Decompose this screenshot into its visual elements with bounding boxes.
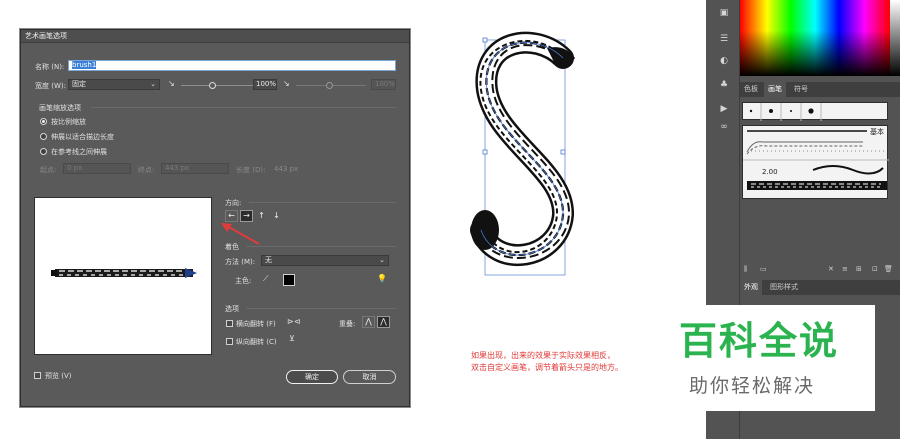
color-panel-icon[interactable]: ▣ [719, 8, 729, 18]
tab-appearance[interactable]: 外观 [740, 280, 762, 295]
end-label: 终点: [138, 166, 155, 174]
divider [246, 308, 396, 309]
method-label: 方法 (M): [225, 258, 256, 266]
brush-library-list[interactable] [742, 125, 889, 199]
color-spectrum[interactable] [740, 0, 890, 76]
tab-symbols[interactable]: 符号 [790, 82, 812, 97]
brush-library-icon[interactable]: ▭ [760, 265, 767, 273]
brush-dots [749, 103, 822, 121]
flip-vertical-label: 纵向翻转 (C) [236, 338, 277, 346]
chevron-down-icon: ⌄ [379, 256, 385, 264]
radio-stretch-between-guides[interactable] [40, 148, 47, 155]
trash-icon[interactable]: 🗑 [884, 265, 893, 273]
scale-option-label: 伸展以适合描边长度 [51, 133, 114, 141]
radio-stretch-to-fit[interactable] [40, 133, 47, 140]
brush-preview [34, 197, 212, 355]
ok-button[interactable]: 确定 [286, 370, 338, 384]
flip-vertical-icon: ⊻ [289, 334, 295, 343]
colorize-label: 着色 [225, 243, 239, 251]
preview-label: 预览 (V) [45, 372, 72, 380]
s-letter-artwork [470, 31, 575, 276]
width-slider-thumb[interactable] [209, 82, 216, 89]
width-select-value: 固定 [72, 80, 86, 88]
key-color-label: 主色: [235, 277, 252, 285]
watermark-main: 百科全说 [679, 319, 840, 363]
flip-horizontal-checkbox[interactable] [226, 320, 233, 327]
instruction-line-2: 双击自定义画笔，调节着箭头只是的地方。 [471, 363, 623, 372]
eyedropper-icon[interactable]: ⟋ [263, 275, 269, 283]
instruction-line-1: 如果出现，出来的效果于实际效果相反， [471, 351, 615, 360]
brush-strokes [743, 130, 889, 190]
flip-horizontal-icon: ⊳⊲ [287, 317, 301, 326]
width-slider-thumb-2 [326, 82, 333, 89]
preview-checkbox[interactable] [34, 372, 41, 379]
name-value: brush1 [72, 61, 97, 69]
brushes-panel-footer: ⫼ ▭ ✕ ≡ ⊞ ⊡ 🗑 [740, 265, 900, 277]
links-panel-icon[interactable]: ∞ [719, 122, 729, 132]
start-input: 0 px [63, 163, 131, 174]
name-label: 名称 (N): [35, 63, 65, 71]
width-label: 宽度 (W): [35, 82, 66, 90]
appearance-tab-row: 外观 图形样式 [740, 280, 900, 295]
remove-stroke-icon[interactable]: ✕ [828, 265, 834, 273]
site-watermark: 百科全说 助你轻松解决 [665, 305, 875, 411]
width-percent-dim: 100% [371, 79, 396, 90]
swatches-panel-icon[interactable]: ◐ [719, 56, 729, 66]
direction-down-button[interactable]: ↓ [270, 210, 283, 222]
overlap-adjust-button[interactable]: ⋀ [362, 316, 375, 328]
layers-panel-icon[interactable]: ☰ [719, 34, 729, 44]
brush-library-menu-icon[interactable]: ⫼ [744, 265, 747, 274]
brush-basic-label: 基本 [870, 128, 884, 136]
brushes-tab-row: 色板 画笔 符号 [740, 82, 900, 97]
width-select[interactable]: 固定 ⌄ [68, 79, 160, 90]
key-color-swatch[interactable] [283, 274, 295, 286]
watermark-sub: 助你轻松解决 [689, 375, 816, 397]
brush-stroke-value: 2.00 [762, 168, 778, 176]
overlap-label: 重叠: [339, 320, 356, 328]
method-select[interactable]: 无 ⌄ [261, 255, 389, 266]
flip-vertical-checkbox[interactable] [226, 338, 233, 345]
new-brush-icon-2[interactable]: ⊡ [872, 265, 878, 273]
dialog-title: 艺术画笔选项 [21, 30, 409, 43]
radio-scale-proportionally[interactable] [40, 118, 47, 125]
length-value: 443 px [274, 165, 299, 173]
actions-panel-icon[interactable]: ▶ [719, 104, 729, 114]
start-label: 起点: [40, 166, 57, 174]
width-variation-icon: ↘ [168, 79, 175, 88]
tips-lightbulb-icon[interactable]: 💡 [377, 275, 387, 283]
options-icon[interactable]: ≡ [842, 265, 848, 273]
overlap-no-adjust-button[interactable]: ⋀ [377, 316, 390, 328]
tab-swatches[interactable]: 色板 [740, 82, 762, 97]
divider [91, 107, 396, 108]
name-input[interactable]: brush1 [68, 60, 396, 71]
scale-group-label: 画笔缩放选项 [39, 104, 81, 112]
flip-horizontal-label: 横向翻转 (F) [236, 320, 276, 328]
scale-option-label: 按比例缩放 [51, 118, 86, 126]
direction-label: 方向: [225, 199, 242, 207]
scale-option-label: 在参考线之间伸展 [51, 148, 107, 156]
length-label: 长度 (D): [236, 166, 266, 174]
options-label: 选项 [225, 305, 239, 313]
width-percent-input[interactable]: 100% [253, 79, 277, 90]
width-variation-icon-2: ↘ [283, 79, 290, 88]
art-brush-options-dialog: 艺术画笔选项 名称 (N): brush1 宽度 (W): 固定 ⌄ ↘ 100… [20, 29, 410, 407]
divider [249, 202, 396, 203]
new-brush-icon[interactable]: ⊞ [856, 265, 862, 273]
tab-brushes[interactable]: 画笔 [764, 82, 786, 97]
brush-swatch-row [742, 102, 888, 121]
brush-preview-stroke [51, 268, 197, 278]
symbols-panel-icon[interactable]: ♣ [719, 80, 729, 90]
grayscale-ramp[interactable] [890, 0, 900, 76]
divider [246, 246, 396, 247]
end-input: 443 px [161, 163, 229, 174]
tab-graphic-styles[interactable]: 图形样式 [766, 280, 802, 295]
instruction-note: 如果出现，出来的效果于实际效果相反， 双击自定义画笔，调节着箭头只是的地方。 [471, 350, 671, 374]
chevron-down-icon: ⌄ [150, 80, 156, 88]
method-select-value: 无 [265, 256, 272, 264]
cancel-button[interactable]: 取消 [343, 370, 396, 384]
